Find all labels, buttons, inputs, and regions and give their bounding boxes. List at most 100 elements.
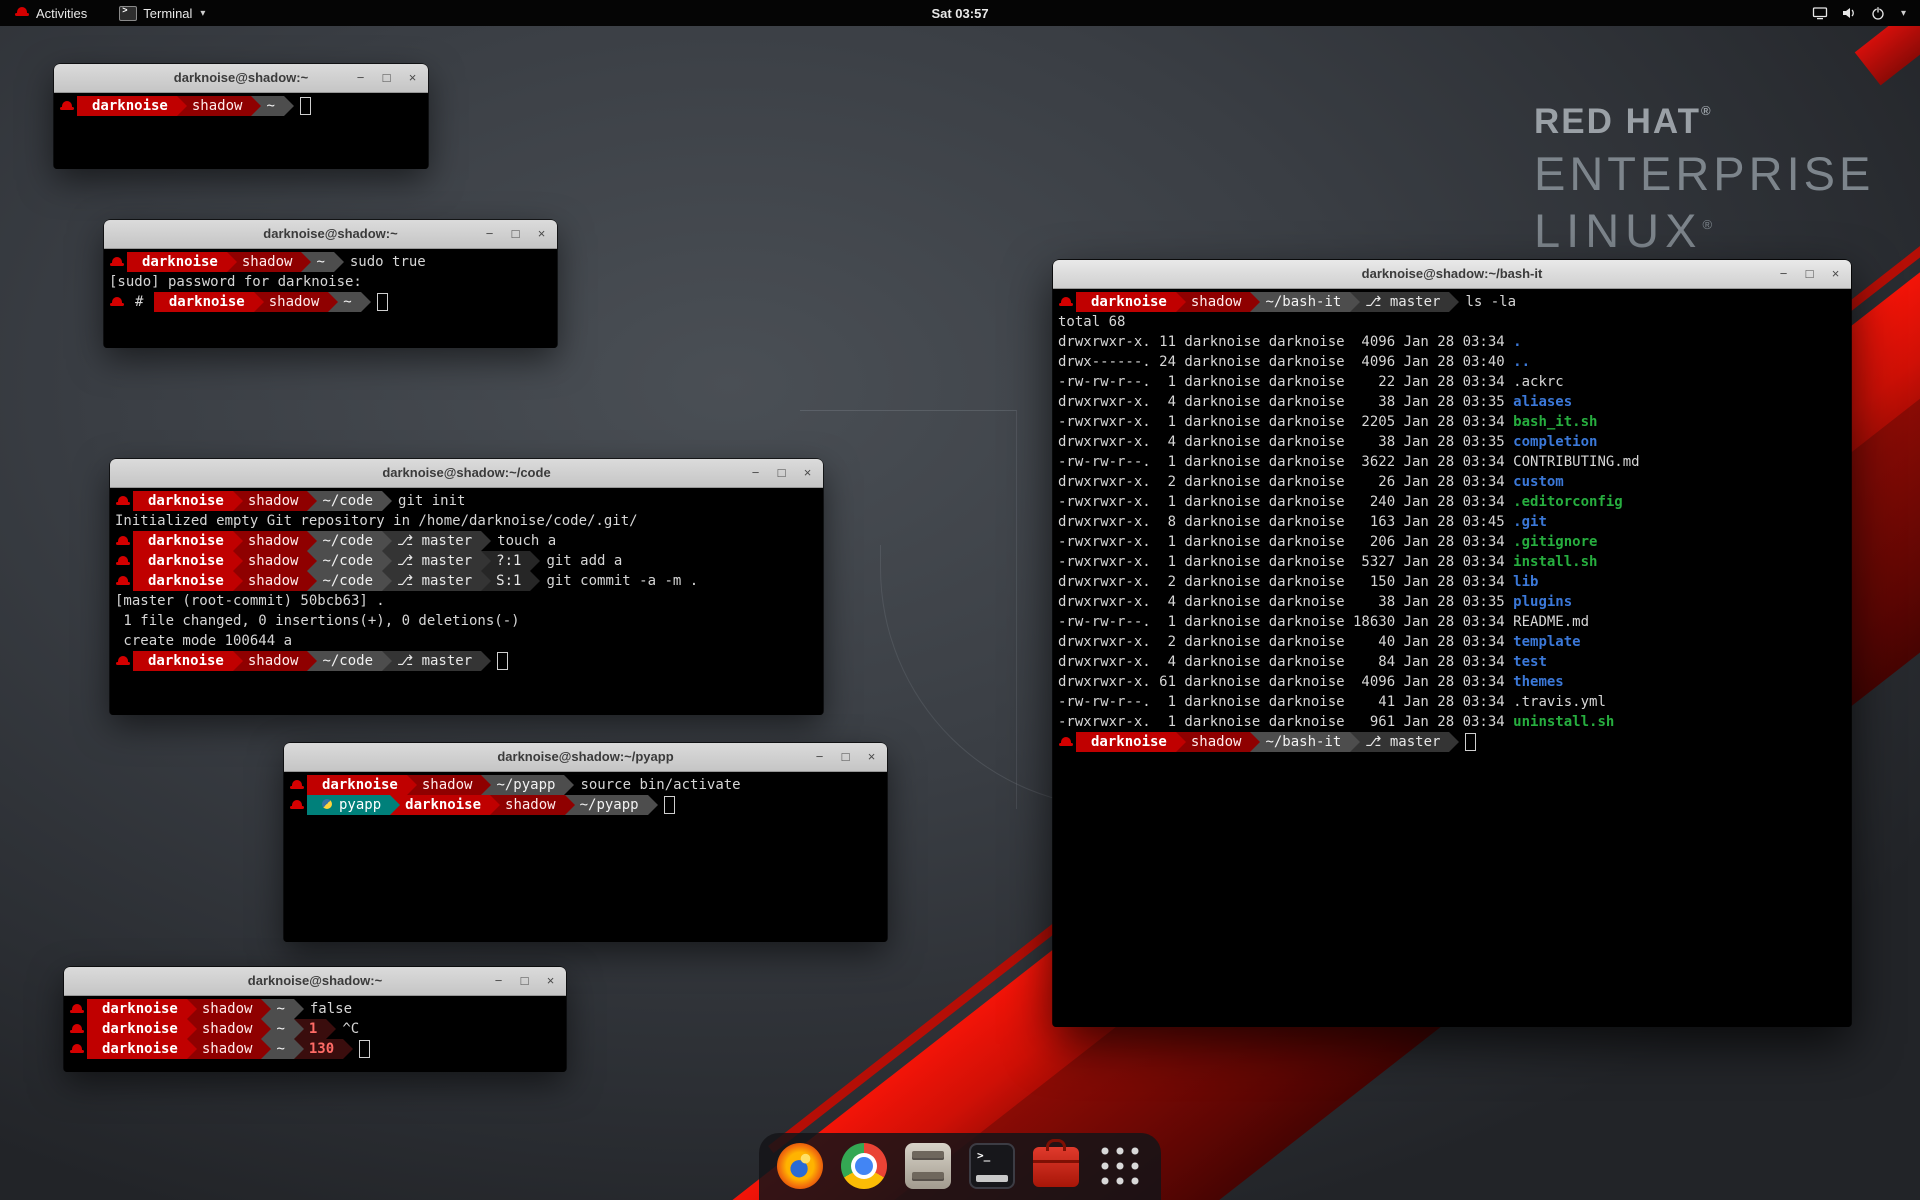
firefox-icon[interactable] xyxy=(777,1143,823,1189)
terminal-icon[interactable] xyxy=(969,1143,1015,1189)
rhel-logo-line1: RED HAT® xyxy=(1534,102,1874,142)
terminal-content[interactable]: darknoiseshadow~ xyxy=(54,93,428,169)
prompt-user-segment: darknoise xyxy=(77,96,177,116)
prompt-dir-segment: test xyxy=(1513,654,1547,670)
maximize-button[interactable]: □ xyxy=(839,743,852,771)
terminal-line: drwxrwxr-x. 2 darknoise darknoise 40 Jan… xyxy=(1058,632,1846,652)
terminal-line: -rw-rw-r--. 1 darknoise darknoise 22 Jan… xyxy=(1058,372,1846,392)
prompt-user-segment: darknoise xyxy=(87,1039,187,1059)
window-titlebar[interactable]: darknoise@shadow:~/bash-it − □ × xyxy=(1053,260,1851,289)
window-titlebar[interactable]: darknoise@shadow:~/pyapp − □ × xyxy=(284,743,887,772)
maximize-button[interactable]: □ xyxy=(775,459,788,487)
terminal-line: darknoiseshadow~/code⎇ master?:1git add … xyxy=(115,551,818,571)
terminal-line: create mode 100644 a xyxy=(115,631,818,651)
terminal-line: -rwxrwxr-x. 1 darknoise darknoise 2205 J… xyxy=(1058,412,1846,432)
redhat-prompt-icon xyxy=(289,795,305,815)
window-titlebar[interactable]: darknoise@shadow:~ − □ × xyxy=(104,220,557,249)
power-icon[interactable] xyxy=(1870,5,1886,21)
close-button[interactable]: × xyxy=(535,220,548,248)
clock[interactable]: Sat 03:57 xyxy=(931,6,988,21)
prompt-cmd-segment: git add a xyxy=(530,553,622,569)
terminal-content[interactable]: darknoiseshadow~/bash-it⎇ masterls -lato… xyxy=(1053,289,1851,1027)
prompt-out-segment: drwxrwxr-x. 8 darknoise darknoise 163 Ja… xyxy=(1058,514,1513,530)
python-venv-segment: pyapp xyxy=(307,795,390,815)
prompt-cmd-segment: sudo true xyxy=(334,254,426,270)
window-titlebar[interactable]: darknoise@shadow:~ − □ × xyxy=(54,64,428,93)
maximize-button[interactable]: □ xyxy=(380,64,393,92)
app-grid-icon[interactable] xyxy=(1097,1143,1143,1189)
prompt-out-segment: create mode 100644 a xyxy=(115,633,292,649)
display-icon[interactable] xyxy=(1812,5,1828,21)
prompt-host-segment: shadow xyxy=(407,775,482,795)
minimize-button[interactable]: − xyxy=(813,743,826,771)
redhat-prompt-icon xyxy=(289,775,305,795)
close-button[interactable]: × xyxy=(865,743,878,771)
prompt-git-segment: ⎇ master xyxy=(382,551,481,571)
prompt-dir-segment: lib xyxy=(1513,574,1538,590)
terminal-line: darknoiseshadow~/codegit init xyxy=(115,491,818,511)
terminal-line: -rwxrwxr-x. 1 darknoise darknoise 5327 J… xyxy=(1058,552,1846,572)
terminal-line: # darknoiseshadow~ xyxy=(109,292,552,312)
minimize-button[interactable]: − xyxy=(1777,260,1790,288)
prompt-out-segment: drwxrwxr-x. 11 darknoise darknoise 4096 … xyxy=(1058,334,1513,350)
prompt-dir-segment: completion xyxy=(1513,434,1597,450)
terminal-line: 1 file changed, 0 insertions(+), 0 delet… xyxy=(115,611,818,631)
app-menu-terminal[interactable]: Terminal ▾ xyxy=(113,0,211,26)
toolbox-icon[interactable] xyxy=(1033,1147,1079,1187)
prompt-path-segment: ~/bash-it xyxy=(1250,292,1350,312)
chevron-down-icon[interactable]: ▾ xyxy=(1901,8,1906,19)
terminal-line: darknoiseshadow~/bash-it⎇ master xyxy=(1058,732,1846,752)
terminal-line: drwxrwxr-x. 4 darknoise darknoise 38 Jan… xyxy=(1058,432,1846,452)
prompt-git-segment: ⎇ master xyxy=(1350,292,1449,312)
prompt-out-segment: drwxrwxr-x. 2 darknoise darknoise 26 Jan… xyxy=(1058,474,1513,490)
chrome-icon[interactable] xyxy=(841,1143,887,1189)
terminal-content[interactable]: darknoiseshadow~sudo true[sudo] password… xyxy=(104,249,557,348)
prompt-out-segment: drwxrwxr-x. 61 darknoise darknoise 4096 … xyxy=(1058,674,1513,690)
prompt-host-segment: shadow xyxy=(1176,732,1251,752)
window-title: darknoise@shadow:~/pyapp xyxy=(284,743,887,771)
prompt-pre-segment: # xyxy=(127,294,154,310)
terminal-line: total 68 xyxy=(1058,312,1846,332)
prompt-out-segment: drwxrwxr-x. 4 darknoise darknoise 84 Jan… xyxy=(1058,654,1513,670)
maximize-button[interactable]: □ xyxy=(518,967,531,995)
terminal-line: drwxrwxr-x. 4 darknoise darknoise 38 Jan… xyxy=(1058,392,1846,412)
terminal-content[interactable]: darknoiseshadow~/codegit initInitialized… xyxy=(110,488,823,715)
minimize-button[interactable]: − xyxy=(492,967,505,995)
terminal-content[interactable]: darknoiseshadow~falsedarknoiseshadow~1^C… xyxy=(64,996,566,1072)
prompt-out-segment: -rw-rw-r--. 1 darknoise darknoise 41 Jan… xyxy=(1058,694,1513,710)
close-button[interactable]: × xyxy=(1829,260,1842,288)
minimize-button[interactable]: − xyxy=(483,220,496,248)
window-title: darknoise@shadow:~ xyxy=(64,967,566,995)
prompt-out-segment: 1 file changed, 0 insertions(+), 0 delet… xyxy=(115,613,520,629)
volume-icon[interactable] xyxy=(1841,5,1857,21)
prompt-git-segment: ⎇ master xyxy=(382,571,481,591)
terminal-window-pyapp: darknoise@shadow:~/pyapp − □ × darknoise… xyxy=(284,743,887,941)
maximize-button[interactable]: □ xyxy=(509,220,522,248)
prompt-path-segment: ~/code xyxy=(307,491,382,511)
app-menu-label: Terminal xyxy=(143,6,192,21)
terminal-content[interactable]: darknoiseshadow~/pyappsource bin/activat… xyxy=(284,772,887,942)
terminal-window-code: darknoise@shadow:~/code − □ × darknoises… xyxy=(110,459,823,714)
close-button[interactable]: × xyxy=(544,967,557,995)
prompt-user-segment: darknoise xyxy=(133,551,233,571)
system-status-area[interactable]: ▾ xyxy=(1812,0,1920,26)
minimize-button[interactable]: − xyxy=(354,64,367,92)
maximize-button[interactable]: □ xyxy=(1803,260,1816,288)
terminal-line: drwxrwxr-x. 4 darknoise darknoise 38 Jan… xyxy=(1058,592,1846,612)
close-button[interactable]: × xyxy=(801,459,814,487)
minimize-button[interactable]: − xyxy=(749,459,762,487)
prompt-user-segment: darknoise xyxy=(133,571,233,591)
prompt-out-segment: drwxrwxr-x. 4 darknoise darknoise 38 Jan… xyxy=(1058,394,1513,410)
window-titlebar[interactable]: darknoise@shadow:~/code − □ × xyxy=(110,459,823,488)
close-button[interactable]: × xyxy=(406,64,419,92)
prompt-path-segment: ~/bash-it xyxy=(1250,732,1350,752)
rhel-logo-line2: ENTERPRISE xyxy=(1534,146,1874,201)
window-title: darknoise@shadow:~/bash-it xyxy=(1053,260,1851,288)
activities-button[interactable]: Activities xyxy=(8,0,93,26)
terminal-line: drwxrwxr-x. 2 darknoise darknoise 26 Jan… xyxy=(1058,472,1846,492)
terminal-line: darknoiseshadow~/pyappsource bin/activat… xyxy=(289,775,882,795)
files-icon[interactable] xyxy=(905,1143,951,1189)
prompt-exec-segment: bash_it.sh xyxy=(1513,414,1597,430)
window-titlebar[interactable]: darknoise@shadow:~ − □ × xyxy=(64,967,566,996)
prompt-out-segment: [sudo] password for darknoise: xyxy=(109,274,362,290)
